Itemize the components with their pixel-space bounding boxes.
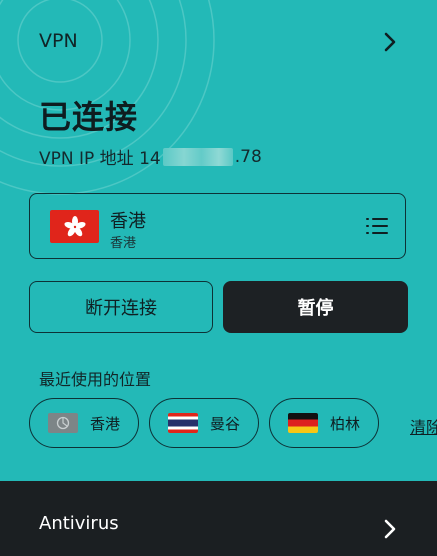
connection-status: 已连接 (39, 98, 139, 136)
thailand-flag-icon (168, 413, 198, 433)
vpn-title: VPN (39, 30, 78, 52)
location-name: 香港 (110, 211, 146, 232)
server-list-icon[interactable] (365, 216, 389, 236)
location-sublabel: 香港 (110, 236, 137, 251)
germany-flag-icon (288, 413, 318, 433)
vpn-card: VPN 已连接 VPN IP 地址 14 .78 香港 香港 断开连接 暂停 最… (0, 0, 437, 481)
antivirus-title: Antivirus (39, 513, 119, 534)
recent-locations-title: 最近使用的位置 (39, 370, 152, 389)
pause-button[interactable]: 暂停 (223, 281, 408, 333)
recent-location-label: 香港 (90, 414, 121, 433)
hong-kong-flag-icon (50, 210, 99, 243)
ip-redaction (162, 147, 233, 166)
clear-recent-link[interactable]: 清除 (410, 414, 437, 438)
ip-label: VPN IP 地址 14 (39, 149, 161, 169)
recent-location-chip[interactable]: 香港 (29, 398, 139, 448)
recent-location-label: 曼谷 (210, 414, 241, 433)
recent-location-chip[interactable]: 柏林 (269, 398, 379, 448)
ip-suffix: .78 (234, 146, 262, 167)
antivirus-chevron-icon[interactable] (378, 515, 402, 543)
disconnect-button[interactable]: 断开连接 (29, 281, 213, 333)
vpn-open-chevron-icon[interactable] (378, 28, 402, 56)
vpn-ip-address: VPN IP 地址 14 .78 (39, 144, 262, 170)
recent-location-label: 柏林 (330, 414, 361, 433)
recent-location-chip[interactable]: 曼谷 (149, 398, 259, 448)
hong-kong-flag-icon (48, 413, 78, 433)
location-selector[interactable]: 香港 香港 (29, 193, 406, 259)
antivirus-card[interactable]: Antivirus (0, 481, 437, 556)
